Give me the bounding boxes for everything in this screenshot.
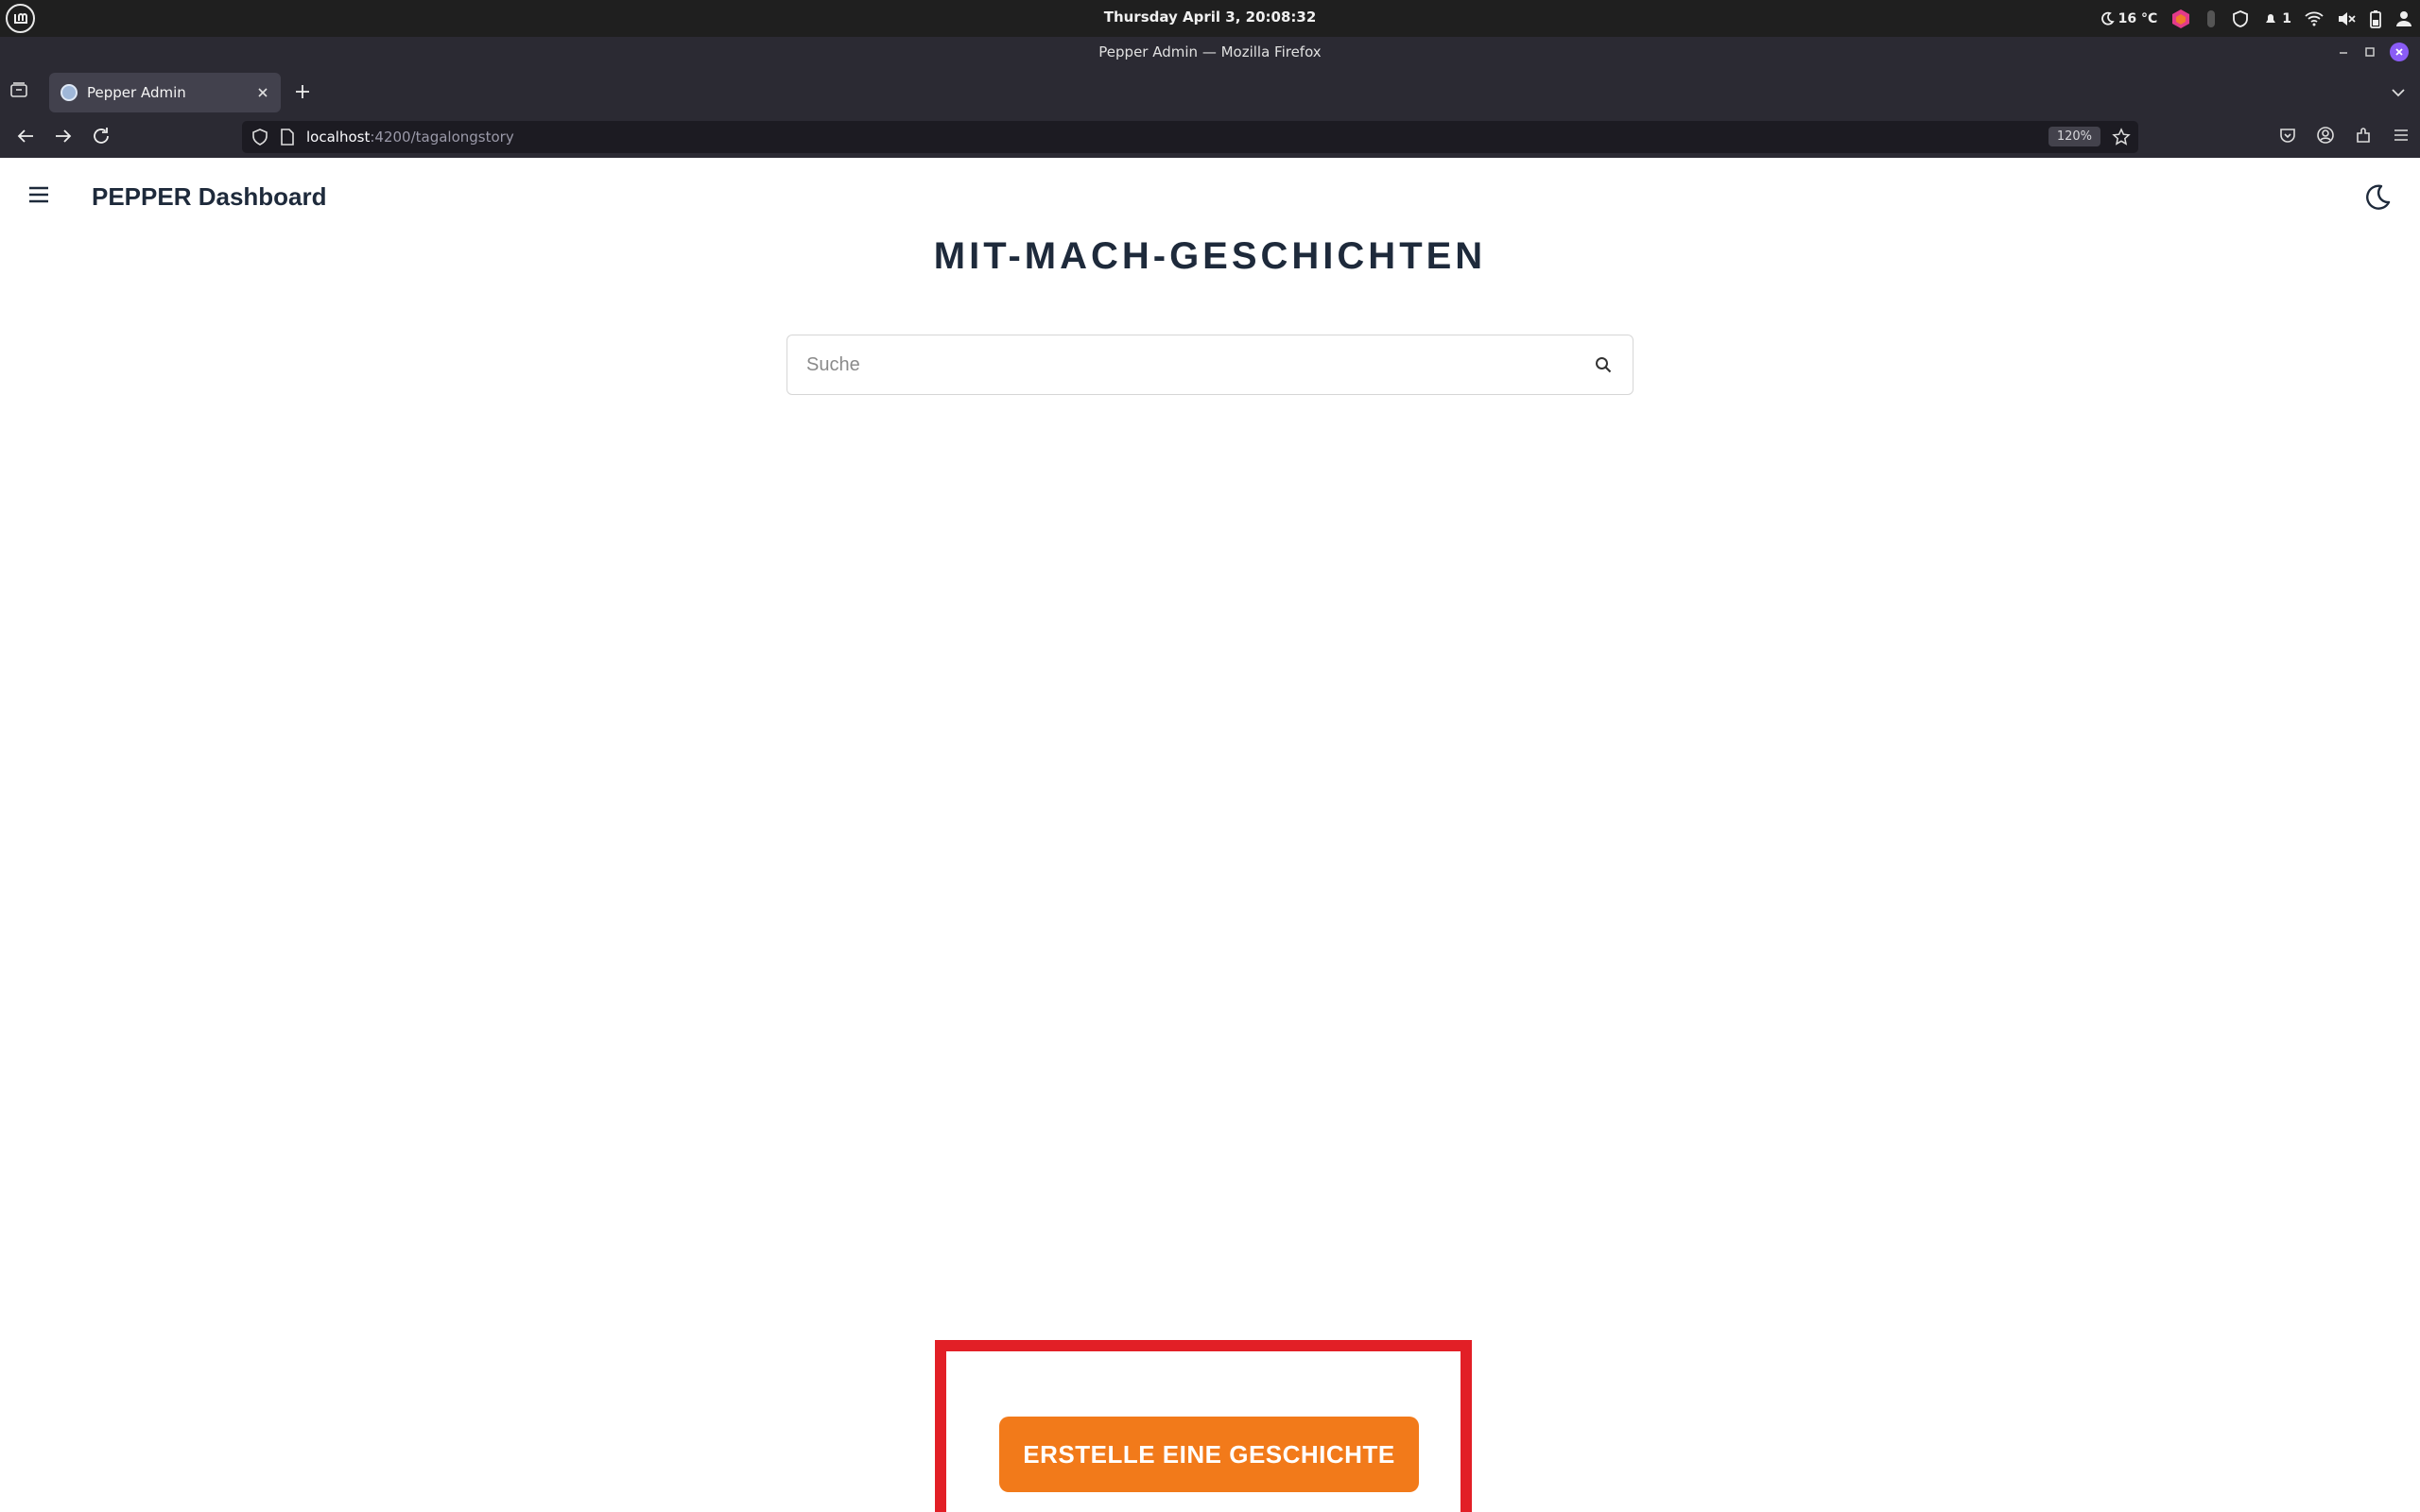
tab-overview-button[interactable] xyxy=(9,80,28,99)
search-input[interactable] xyxy=(806,335,1563,394)
tab-label: Pepper Admin xyxy=(87,84,186,101)
tab-bar: Pepper Admin xyxy=(0,69,2420,116)
notifications-applet[interactable]: 1 xyxy=(2263,11,2291,26)
window-title: Pepper Admin — Mozilla Firefox xyxy=(1098,43,1322,60)
list-all-tabs-button[interactable] xyxy=(2390,84,2407,101)
toolbar-right xyxy=(2278,126,2411,145)
app-brand-title[interactable]: PEPPER Dashboard xyxy=(92,182,327,212)
search-icon[interactable] xyxy=(1595,356,1612,373)
app-indicator-icon[interactable] xyxy=(2170,9,2191,29)
weather-applet[interactable]: 16 °C xyxy=(2100,10,2158,26)
account-icon[interactable] xyxy=(2316,126,2335,145)
tracking-protection-icon[interactable] xyxy=(251,129,268,146)
firefox-view-icon xyxy=(10,82,27,97)
url-host: localhost xyxy=(306,129,371,146)
hamburger-icon xyxy=(29,186,48,203)
close-tab-icon[interactable] xyxy=(256,86,269,99)
reload-icon xyxy=(94,128,109,144)
pocket-icon[interactable] xyxy=(2278,126,2297,145)
arrow-left-icon xyxy=(17,129,33,143)
bell-icon xyxy=(2266,13,2276,23)
sidebar-toggle-button[interactable] xyxy=(28,186,49,203)
new-tab-button[interactable] xyxy=(293,82,312,101)
tab-pepper-admin[interactable]: Pepper Admin xyxy=(49,73,281,112)
pepper-favicon-icon xyxy=(60,84,78,101)
reload-button[interactable] xyxy=(91,126,112,146)
url-path: :4200/tagalongstory xyxy=(370,129,514,146)
page-content: PEPPER Dashboard MIT-MACH-GESCHICHTEN ER… xyxy=(0,158,2420,1512)
bookmark-star-icon[interactable] xyxy=(2112,128,2131,146)
window-controls xyxy=(2337,43,2409,61)
page-title: MIT-MACH-GESCHICHTEN xyxy=(933,235,1487,277)
minimize-icon[interactable] xyxy=(2337,45,2350,59)
back-button[interactable] xyxy=(15,126,36,146)
notifications-count: 1 xyxy=(2282,10,2291,26)
volume-muted-icon[interactable] xyxy=(2337,11,2356,26)
arrow-right-icon xyxy=(56,129,72,143)
moon-icon xyxy=(2100,11,2115,26)
os-top-bar: Thursday April 3, 20:08:32 16 °C 1 xyxy=(0,0,2420,37)
window-titlebar: Pepper Admin — Mozilla Firefox xyxy=(0,37,2420,69)
system-tray: 16 °C 1 xyxy=(2100,0,2412,37)
close-window-button[interactable] xyxy=(2390,43,2409,61)
zoom-level-badge[interactable]: 120% xyxy=(2048,127,2100,146)
create-story-button[interactable]: ERSTELLE EINE GESCHICHTE xyxy=(999,1417,1419,1492)
weather-temperature: 16 °C xyxy=(2118,10,2158,26)
extensions-icon[interactable] xyxy=(2354,126,2373,145)
close-icon xyxy=(2395,48,2403,56)
shield-icon[interactable] xyxy=(2231,9,2250,28)
hamburger-menu-icon[interactable] xyxy=(2392,126,2411,145)
wifi-icon[interactable] xyxy=(2305,11,2324,26)
maximize-icon[interactable] xyxy=(2363,45,2377,59)
moon-icon xyxy=(2366,184,2391,210)
system-clock[interactable]: Thursday April 3, 20:08:32 xyxy=(0,9,2420,26)
chevron-down-icon xyxy=(2392,89,2405,97)
navigation-toolbar: localhost:4200/tagalongstory 120% xyxy=(0,116,2420,158)
plus-icon xyxy=(296,85,309,98)
theme-toggle-button[interactable] xyxy=(2361,182,2392,213)
address-bar[interactable]: localhost:4200/tagalongstory 120% xyxy=(242,121,2138,153)
battery-icon[interactable] xyxy=(2369,9,2382,28)
page-info-icon[interactable] xyxy=(280,129,295,146)
forward-button[interactable] xyxy=(53,126,74,146)
url-text[interactable]: localhost:4200/tagalongstory xyxy=(306,129,514,146)
search-box xyxy=(786,335,1634,395)
bluetooth-icon[interactable] xyxy=(2204,9,2218,28)
user-icon[interactable] xyxy=(2395,10,2412,27)
